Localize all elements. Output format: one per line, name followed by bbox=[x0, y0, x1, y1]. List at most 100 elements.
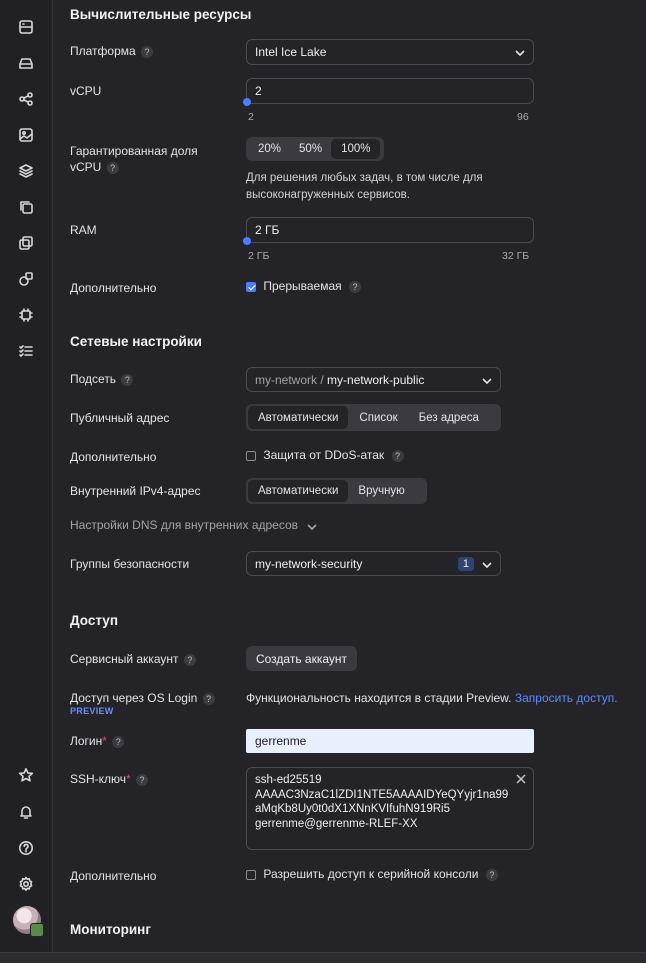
request-access-link[interactable]: Запросить доступ. bbox=[515, 691, 618, 705]
internal-ipv4-segmented: Автоматически Вручную bbox=[246, 478, 427, 504]
ram-slider-handle[interactable] bbox=[243, 237, 251, 245]
create-account-button[interactable]: Создать аккаунт bbox=[246, 646, 357, 671]
help-icon[interactable]: ? bbox=[485, 868, 498, 881]
bell-icon[interactable] bbox=[17, 803, 35, 821]
ddos-checkbox-row[interactable]: Защита от DDoS-атак ? bbox=[246, 448, 404, 462]
dns-settings-label: Настройки DNS для внутренних адресов bbox=[70, 518, 299, 532]
ssh-line: aMqKb8Uy0t0dX1XNnKVIfuhN919Ri5 bbox=[255, 803, 450, 815]
guaranteed-option-50[interactable]: 50% bbox=[290, 139, 331, 159]
security-groups-count-badge: 1 bbox=[457, 556, 474, 571]
platform-value: Intel Ice Lake bbox=[255, 45, 327, 59]
required-marker: * bbox=[102, 734, 107, 748]
help-icon[interactable]: ? bbox=[106, 161, 119, 174]
clone-icon[interactable] bbox=[17, 234, 35, 252]
public-address-auto[interactable]: Автоматически bbox=[248, 406, 349, 429]
security-groups-label: Группы безопасности bbox=[70, 557, 190, 571]
vcpu-max: 96 bbox=[517, 111, 529, 123]
star-icon[interactable] bbox=[17, 766, 35, 784]
vcpu-slider-handle[interactable] bbox=[243, 98, 251, 106]
ssh-line: gerrenme@gerrenme-RLEF-XX bbox=[255, 817, 418, 830]
login-input[interactable]: gerrenme bbox=[246, 729, 534, 753]
service-account-label: Сервисный аккаунт ? bbox=[70, 652, 196, 666]
guaranteed-help-text: Для решения любых задач, в том числе для… bbox=[246, 170, 483, 204]
ssh-line: AAAAC3NzaC1lZDI1NTE5AAAAIDYeQYyjr1na99 bbox=[255, 788, 509, 801]
compute-extra-label: Дополнительно bbox=[70, 281, 157, 295]
os-login-text: Функциональность находится в стадии Prev… bbox=[246, 691, 512, 705]
ram-max: 32 ГБ bbox=[502, 250, 530, 262]
public-address-none[interactable]: Без адреса bbox=[409, 406, 489, 429]
platform-label: Платформа ? bbox=[70, 44, 154, 58]
subnet-label-text: Подсеть bbox=[70, 372, 117, 386]
help-icon[interactable] bbox=[17, 839, 35, 857]
image-icon[interactable] bbox=[17, 126, 35, 144]
horizontal-scrollbar[interactable] bbox=[0, 952, 646, 963]
internal-ipv4-label: Внутренний IPv4-адрес bbox=[70, 484, 201, 498]
os-login-label-text: Доступ через OS Login bbox=[70, 691, 198, 705]
serial-console-checkbox-row[interactable]: Разрешить доступ к серийной консоли ? bbox=[246, 867, 498, 881]
layers-icon[interactable] bbox=[17, 162, 35, 180]
shapes-icon[interactable] bbox=[17, 270, 35, 288]
preemptible-label: Прерываемая bbox=[263, 279, 342, 293]
serial-console-label: Разрешить доступ к серийной консоли bbox=[263, 867, 479, 881]
disk-icon[interactable] bbox=[17, 54, 35, 72]
guaranteed-option-100[interactable]: 100% bbox=[331, 139, 381, 159]
vcpu-min: 2 bbox=[248, 111, 254, 123]
serial-console-checkbox[interactable] bbox=[246, 869, 256, 880]
guaranteed-help-line2: высоконагруженных сервисов. bbox=[246, 189, 410, 201]
help-icon[interactable]: ? bbox=[202, 692, 215, 705]
preemptible-checkbox-row[interactable]: Прерываемая ? bbox=[246, 279, 361, 293]
public-address-list[interactable]: Список bbox=[348, 406, 408, 429]
chevron-down-icon bbox=[307, 521, 317, 531]
settings-icon[interactable] bbox=[17, 875, 35, 893]
ssh-key-textarea[interactable]: ssh-ed25519 AAAAC3NzaC1lZDI1NTE5AAAAIDYe… bbox=[246, 767, 534, 850]
ram-label: RAM bbox=[70, 223, 97, 237]
guaranteed-share-label: Гарантированная доля vCPU ? bbox=[70, 143, 198, 175]
section-title-monitoring: Мониторинг bbox=[70, 922, 151, 937]
dns-settings-toggle[interactable]: Настройки DNS для внутренних адресов bbox=[70, 518, 317, 532]
network-icon[interactable] bbox=[17, 90, 35, 108]
ram-min: 2 ГБ bbox=[248, 250, 270, 262]
guaranteed-label-line2: vCPU bbox=[70, 160, 102, 174]
copy-icon[interactable] bbox=[17, 198, 35, 216]
help-icon[interactable]: ? bbox=[348, 280, 361, 293]
subnet-select[interactable]: my-network / my-network-public bbox=[246, 367, 501, 392]
security-groups-select[interactable]: my-network-security 1 bbox=[246, 551, 501, 576]
help-icon[interactable]: ? bbox=[121, 373, 134, 386]
vcpu-input[interactable]: 2 bbox=[246, 78, 534, 104]
network-extra-label: Дополнительно bbox=[70, 450, 157, 464]
os-login-label: Доступ через OS Login ? PREVIEW bbox=[70, 691, 215, 716]
platform-select[interactable]: Intel Ice Lake bbox=[246, 39, 534, 65]
guaranteed-help-line1: Для решения любых задач, в том числе для bbox=[246, 172, 483, 184]
login-label: Логин* ? bbox=[70, 734, 125, 748]
chevron-down-icon bbox=[515, 47, 525, 57]
help-icon[interactable]: ? bbox=[183, 653, 196, 666]
internal-ipv4-auto[interactable]: Автоматически bbox=[248, 480, 349, 502]
compute-icon[interactable] bbox=[17, 18, 35, 36]
chip-icon[interactable] bbox=[17, 306, 35, 324]
preview-badge: PREVIEW bbox=[70, 706, 114, 716]
sidebar bbox=[0, 0, 53, 963]
guaranteed-option-20[interactable]: 20% bbox=[248, 139, 290, 159]
ssh-key-label: SSH-ключ* ? bbox=[70, 772, 149, 786]
help-icon[interactable]: ? bbox=[112, 735, 125, 748]
clear-icon[interactable] bbox=[516, 774, 526, 784]
list-check-icon[interactable] bbox=[17, 342, 35, 360]
internal-ipv4-manual[interactable]: Вручную bbox=[348, 480, 414, 502]
preemptible-checkbox[interactable] bbox=[246, 281, 256, 292]
service-account-label-text: Сервисный аккаунт bbox=[70, 652, 179, 666]
ddos-checkbox[interactable] bbox=[246, 450, 256, 461]
section-title-network: Сетевые настройки bbox=[70, 334, 202, 349]
subnet-label: Подсеть ? bbox=[70, 372, 134, 386]
access-extra-label: Дополнительно bbox=[70, 869, 157, 883]
help-icon[interactable]: ? bbox=[391, 449, 404, 462]
guaranteed-share-segmented: 20% 50% 100% bbox=[246, 137, 384, 161]
help-icon[interactable]: ? bbox=[141, 45, 154, 58]
chevron-down-icon bbox=[482, 375, 492, 385]
ram-input[interactable]: 2 ГБ bbox=[246, 217, 534, 243]
platform-label-text: Платформа bbox=[70, 44, 136, 58]
help-icon[interactable]: ? bbox=[136, 773, 149, 786]
section-title-compute: Вычислительные ресурсы bbox=[70, 7, 252, 22]
vcpu-label: vCPU bbox=[70, 84, 102, 98]
chevron-down-icon bbox=[482, 559, 492, 569]
section-title-access: Доступ bbox=[70, 613, 118, 628]
